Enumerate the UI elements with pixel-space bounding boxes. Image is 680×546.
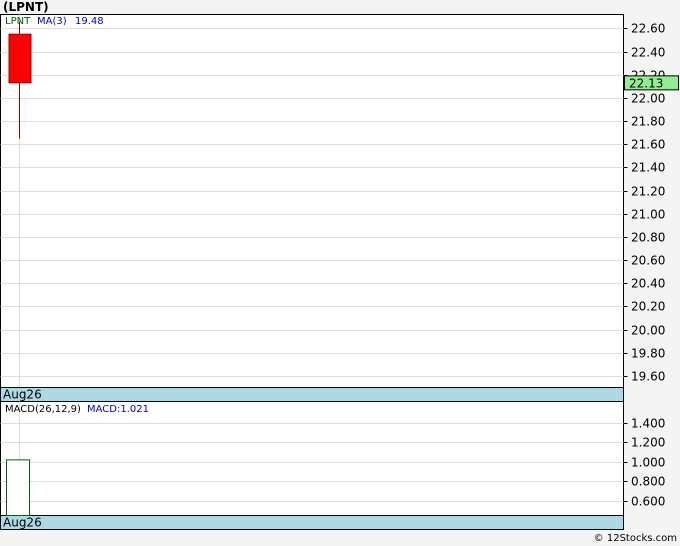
macd-legend-params: MACD(26,12,9) <box>5 404 81 415</box>
price-tick-label: 21.00 <box>631 208 665 222</box>
price-tick-label: 20.40 <box>631 277 665 291</box>
price-tick-label: 21.60 <box>631 138 665 152</box>
price-tick-label: 22.00 <box>631 92 665 106</box>
price-tick-label: 20.80 <box>631 231 665 245</box>
price-tick-label: 22.60 <box>631 22 665 36</box>
price-tick-label: 20.60 <box>631 254 665 268</box>
price-tick-label: 20.00 <box>631 324 665 338</box>
price-tick-label: 19.60 <box>631 370 665 384</box>
price-panel <box>0 14 624 402</box>
last-price-label: 22.13 <box>629 76 663 90</box>
stock-chart: 22.6022.4022.2022.0021.8021.6021.4021.20… <box>0 14 679 530</box>
macd-date-label: Aug26 <box>3 516 42 530</box>
price-tick-label: 21.20 <box>631 185 665 199</box>
price-tick-label: 19.80 <box>631 347 665 361</box>
candle-body <box>8 33 32 84</box>
price-tick-label: 21.80 <box>631 115 665 129</box>
macd-tick-label: 0.800 <box>631 475 665 489</box>
macd-panel <box>0 401 624 530</box>
price-tick-label: 20.20 <box>631 300 665 314</box>
macd-tick-label: 1.200 <box>631 436 665 450</box>
price-date-band <box>0 387 624 402</box>
price-tick-label: 21.40 <box>631 161 665 175</box>
macd-bar <box>6 459 30 517</box>
macd-legend-value: MACD:1.021 <box>87 404 149 415</box>
price-tick-label: 22.40 <box>631 46 665 60</box>
legend-ma-value: 19.48 <box>75 16 104 27</box>
macd-date-band <box>0 515 624 530</box>
legend-ma-label: MA(3) <box>37 16 67 27</box>
copyright-text: © 12Stocks.com <box>593 533 677 544</box>
price-date-label: Aug26 <box>3 388 42 402</box>
macd-tick-label: 0.600 <box>631 495 665 509</box>
macd-tick-label: 1.400 <box>631 417 665 431</box>
macd-tick-label: 1.000 <box>631 456 665 470</box>
legend-ticker: LPNT <box>5 16 31 27</box>
